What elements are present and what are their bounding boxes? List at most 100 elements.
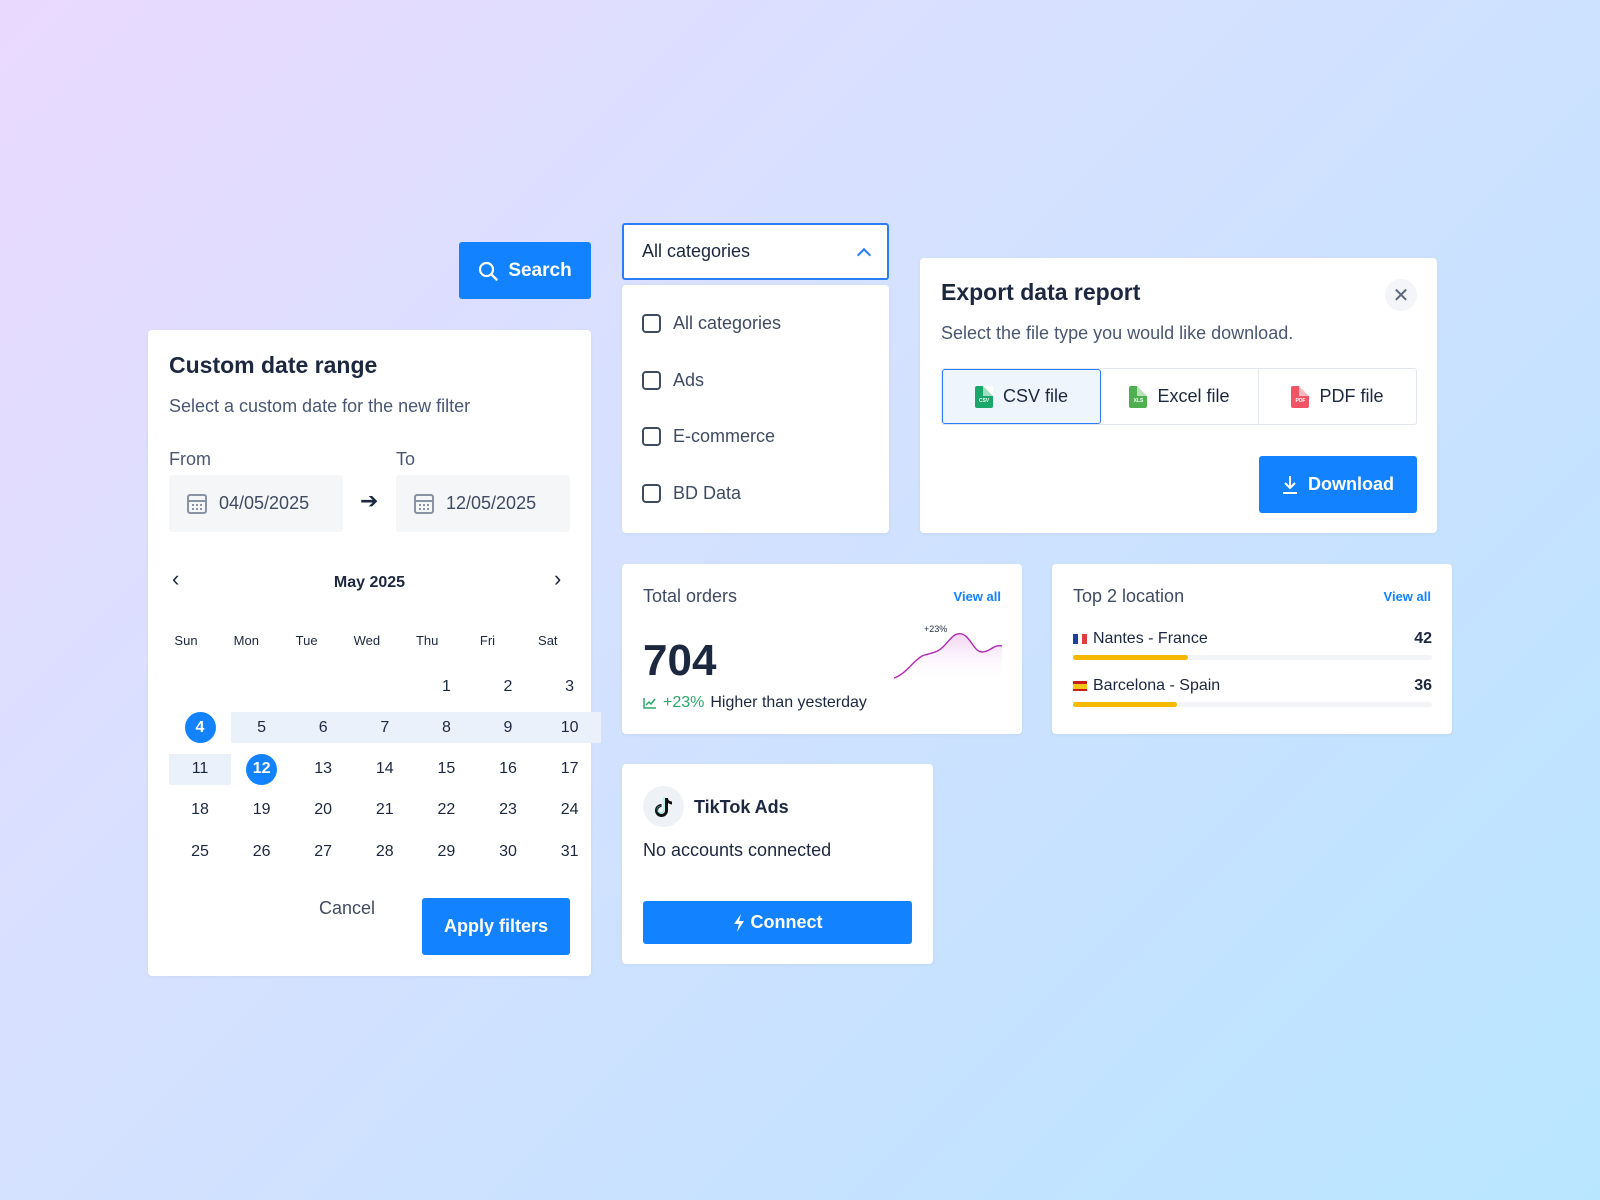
location-row: Barcelona - Spain 36 <box>1073 677 1432 709</box>
calendar-icon <box>187 493 207 514</box>
connect-button[interactable]: Connect <box>643 901 912 944</box>
calendar-day-number: 22 <box>437 801 456 819</box>
calendar-day[interactable]: 14 <box>354 754 416 785</box>
calendar-day[interactable]: 1 <box>415 671 477 702</box>
category-option[interactable]: BD Data <box>642 483 741 504</box>
weekday-label: Wed <box>353 633 381 648</box>
calendar-day[interactable]: 10 <box>538 712 601 744</box>
calendar-day[interactable]: 31 <box>539 836 601 867</box>
category-select[interactable]: All categories <box>622 223 889 280</box>
location-count: 42 <box>1414 630 1432 647</box>
month-label: May 2025 <box>333 574 406 591</box>
search-button[interactable]: Search <box>459 242 591 299</box>
checkbox[interactable] <box>642 370 661 390</box>
calendar-day-number: 13 <box>314 760 333 778</box>
from-date-field[interactable]: 04/05/2025 <box>169 475 343 532</box>
calendar-day[interactable]: 11 <box>169 753 231 785</box>
export-subtitle: Select the file type you would like down… <box>941 323 1294 343</box>
calendar-day-number: 5 <box>257 718 267 736</box>
calendar-day[interactable]: 25 <box>169 836 231 867</box>
orders-view-all-link[interactable]: View all <box>954 589 1001 604</box>
orders-sparkline: +23% <box>893 624 1003 682</box>
calendar-day[interactable]: 5 <box>230 712 293 744</box>
checkbox[interactable] <box>642 314 661 333</box>
location-bar-track <box>1073 702 1432 707</box>
connect-label: Connect <box>750 912 823 932</box>
locations-view-all-link[interactable]: View all <box>1384 589 1431 604</box>
total-orders-label: Total orders <box>643 586 738 606</box>
calendar-day[interactable]: 13 <box>292 754 354 785</box>
category-option[interactable]: Ads <box>642 370 704 391</box>
calendar-day-number: 27 <box>314 842 333 860</box>
location-name-wrap: Barcelona - Spain <box>1073 677 1220 695</box>
calendar-day[interactable]: 27 <box>292 836 354 867</box>
calendar-day[interactable]: 29 <box>415 836 477 867</box>
apply-filters-button[interactable]: Apply filters <box>422 898 570 955</box>
calendar-day-number: 21 <box>375 801 394 819</box>
next-month-icon[interactable]: › <box>554 566 561 592</box>
close-icon[interactable]: ✕ <box>1385 279 1417 311</box>
tiktok-title: TikTok Ads <box>694 797 789 817</box>
cancel-button[interactable]: Cancel <box>319 898 375 919</box>
to-date-field[interactable]: 12/05/2025 <box>396 475 570 532</box>
calendar-day-number: 12 <box>246 753 278 785</box>
from-label: From <box>169 449 211 469</box>
calendar-day[interactable]: 12 <box>231 753 293 785</box>
calendar-day-number: 6 <box>318 718 328 736</box>
file-type-option[interactable]: PDF PDF file <box>1259 369 1416 424</box>
calendar-day-number: 19 <box>252 801 271 819</box>
calendar-day[interactable]: 20 <box>292 795 354 826</box>
search-icon <box>479 261 499 281</box>
file-type-option[interactable]: XLS Excel file <box>1101 369 1259 424</box>
tiktok-ads-card: TikTok Ads No accounts connected Connect <box>622 764 933 964</box>
calendar-day-number: 4 <box>184 712 216 744</box>
weekday-label: Mon <box>233 633 259 648</box>
file-type-label: CSV file <box>1002 386 1069 406</box>
calendar-day-number: 10 <box>560 718 579 736</box>
calendar-day[interactable]: 2 <box>477 671 539 702</box>
calendar-day[interactable]: 15 <box>415 754 477 785</box>
checkbox[interactable] <box>642 427 661 446</box>
category-option[interactable]: All categories <box>642 313 781 334</box>
calendar-day[interactable]: 19 <box>231 795 293 826</box>
file-icon: CSV <box>974 385 993 408</box>
calendar-day[interactable]: 22 <box>415 795 477 826</box>
calendar-day-number: 23 <box>499 801 517 819</box>
calendar-day[interactable]: 17 <box>539 754 601 785</box>
location-name: Nantes - France <box>1093 630 1208 647</box>
download-button[interactable]: Download <box>1259 456 1417 513</box>
calendar-day[interactable]: 4 <box>169 712 231 744</box>
calendar-day-number: 9 <box>503 718 513 736</box>
calendar-day[interactable]: 6 <box>292 712 355 744</box>
calendar-day[interactable]: 18 <box>169 795 231 826</box>
calendar-day-number: 30 <box>499 842 517 860</box>
calendar-day[interactable]: 21 <box>354 795 416 826</box>
download-label: Download <box>1308 474 1394 494</box>
calendar-day[interactable]: 28 <box>354 836 416 867</box>
category-option-label: All categories <box>673 313 782 333</box>
calendar-day[interactable]: 16 <box>477 754 539 785</box>
file-type-option[interactable]: CSV CSV file <box>942 369 1101 424</box>
orders-change-text: Higher than yesterday <box>710 694 867 711</box>
from-date-value: 04/05/2025 <box>219 493 310 513</box>
calendar-day-number: 16 <box>499 760 517 778</box>
arrow-right-icon: ➔ <box>360 488 379 513</box>
calendar-day[interactable]: 9 <box>477 712 539 744</box>
to-label: To <box>396 449 416 469</box>
calendar-day[interactable]: 23 <box>477 795 539 826</box>
calendar-day-number: 14 <box>375 760 394 778</box>
category-option[interactable]: E-commerce <box>642 426 775 447</box>
calendar-day[interactable]: 30 <box>477 836 539 867</box>
checkbox[interactable] <box>642 483 661 503</box>
location-name: Barcelona - Spain <box>1093 677 1221 694</box>
calendar-day[interactable]: 8 <box>415 712 478 744</box>
calendar-day-number: 29 <box>437 842 456 860</box>
calendar-day[interactable]: 24 <box>539 795 601 826</box>
file-type-label: PDF file <box>1319 386 1384 406</box>
calendar-day[interactable]: 26 <box>231 836 293 867</box>
calendar-day[interactable]: 7 <box>353 712 416 744</box>
calendar-day[interactable]: 3 <box>539 671 601 702</box>
download-icon <box>1283 475 1297 494</box>
tiktok-logo-icon <box>643 786 684 827</box>
location-bar-fill <box>1073 655 1188 660</box>
